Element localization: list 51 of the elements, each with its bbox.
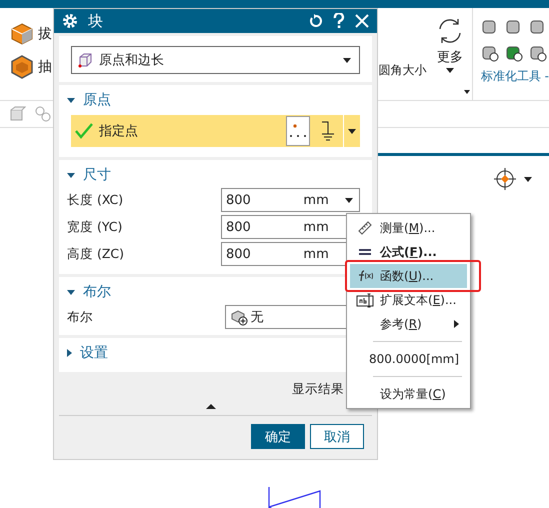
window-title: 块: [88, 12, 103, 30]
section-header[interactable]: 原点: [83, 91, 111, 109]
type-dropdown[interactable]: 原点和边长: [71, 46, 360, 74]
point-dialog-button[interactable]: [286, 116, 310, 146]
caret-icon: [343, 58, 351, 62]
ruler-icon: [357, 220, 373, 236]
boolean-icon: [230, 308, 248, 326]
target-icon[interactable]: [492, 166, 518, 192]
menu-item[interactable]: 800.0000[mm]: [350, 347, 467, 371]
ribbon-label[interactable]: 圆角大小: [378, 63, 427, 77]
caret-icon[interactable]: [464, 90, 470, 94]
submenu-arrow-icon: [454, 320, 459, 328]
hexagon-icon[interactable]: [10, 55, 34, 79]
settings-icon[interactable]: [62, 13, 78, 29]
field-label: 长度 (XC): [67, 192, 124, 208]
section-header[interactable]: 布尔: [83, 283, 111, 301]
expand-icon[interactable]: [67, 98, 75, 102]
cube-icon: [77, 52, 93, 68]
tool-icon[interactable]: [528, 44, 547, 62]
group-label: 标准化工具 -: [480, 68, 549, 85]
close-icon[interactable]: [355, 14, 369, 28]
field-label: 宽度 (YC): [67, 218, 124, 236]
equals-icon: [359, 248, 371, 256]
dimension-field[interactable]: 800 mm: [221, 188, 360, 212]
section-header[interactable]: 尺寸: [83, 166, 111, 184]
section-header[interactable]: 设置: [80, 344, 108, 362]
ground-icon: [320, 120, 336, 142]
function-icon: [356, 270, 374, 282]
show-result-label[interactable]: 显示结果: [292, 381, 344, 398]
cancel-button[interactable]: 取消: [310, 424, 364, 449]
tool-icon[interactable]: [480, 44, 499, 62]
help-icon[interactable]: [333, 13, 345, 29]
expand-icon[interactable]: [67, 349, 72, 357]
expand-icon[interactable]: [67, 172, 75, 178]
tool-icon[interactable]: [504, 44, 523, 62]
ribbon-label[interactable]: 拔: [38, 25, 52, 43]
expand-icon[interactable]: [67, 290, 75, 294]
menu-item[interactable]: 设为常量(C): [350, 382, 467, 406]
caret-icon[interactable]: [446, 68, 454, 73]
ribbon-label[interactable]: 抽: [38, 58, 52, 76]
caret-icon[interactable]: [524, 176, 532, 182]
menu-item[interactable]: 函数(U)...: [350, 264, 467, 288]
collapse-icon[interactable]: [206, 404, 216, 409]
field-label: 高度 (ZC): [67, 246, 126, 262]
cube-icon[interactable]: [10, 22, 34, 46]
more-button[interactable]: 更多: [437, 48, 464, 66]
field-label: 布尔: [67, 308, 94, 326]
text-field-icon: [356, 292, 374, 308]
ok-button[interactable]: 确定: [251, 424, 305, 449]
point-selector-row[interactable]: 指定点: [71, 115, 360, 147]
reset-icon[interactable]: [309, 14, 323, 28]
